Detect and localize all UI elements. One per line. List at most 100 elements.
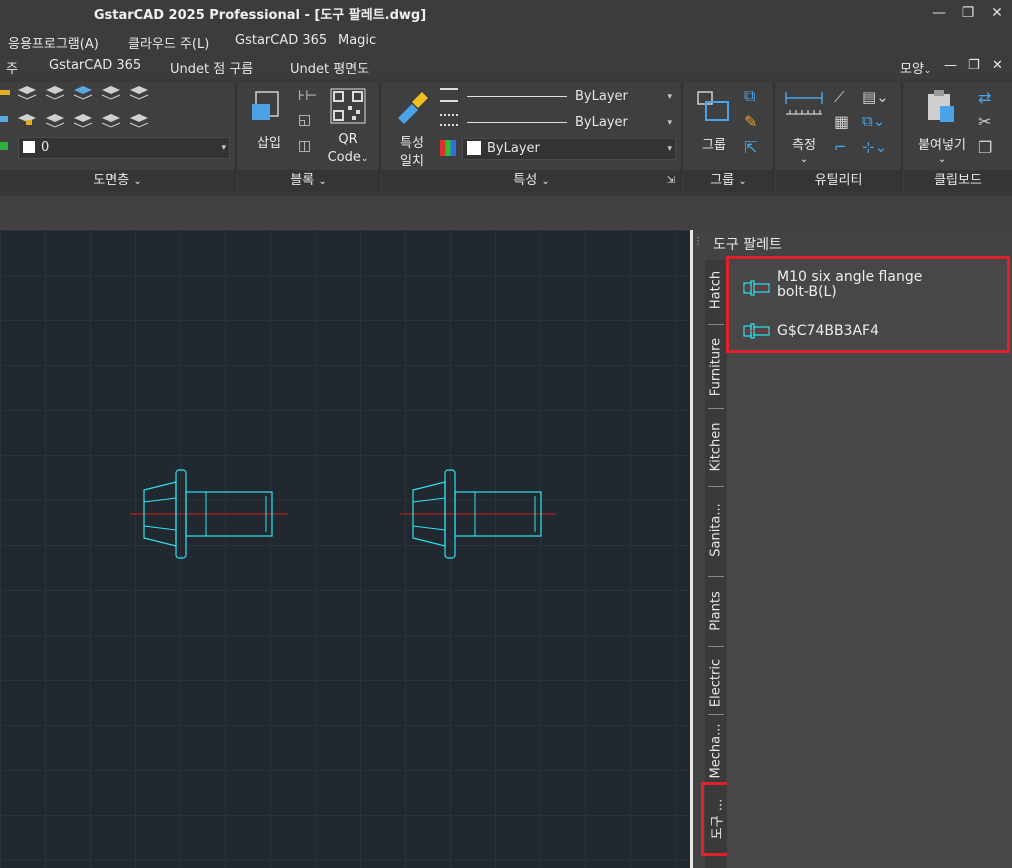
tab-undet-point-cloud[interactable]: Undet 점 구름: [170, 58, 253, 77]
paste-icon[interactable]: [924, 88, 958, 124]
menu-gstarcad365[interactable]: GstarCAD 365: [235, 33, 327, 48]
palette-tab-kitchen-label: Kitchen: [708, 422, 724, 472]
layer-panel-label[interactable]: 도면층 ⌄: [0, 170, 235, 192]
tab-home[interactable]: 주: [6, 58, 18, 77]
tab-separator: [708, 408, 724, 409]
copy-icon[interactable]: ❐: [978, 138, 992, 157]
select-similar-icon[interactable]: ⧉⌄: [862, 112, 885, 130]
insert-label[interactable]: 삽입: [248, 132, 290, 151]
measure-label[interactable]: 측정: [784, 134, 824, 153]
quick-select-icon[interactable]: ⊹⌄: [862, 138, 887, 156]
qr-code-button[interactable]: Code⌄: [322, 150, 374, 165]
palette-items-highlight: M10 six angle flange bolt-B(L) G$C74BB3A…: [726, 256, 1010, 353]
palette-tab-hatch[interactable]: Hatch: [705, 260, 727, 320]
drawing-canvas[interactable]: [0, 230, 690, 868]
tab-separator: [708, 576, 724, 577]
lineweight-combo-value: ByLayer: [575, 89, 628, 104]
title-bar: GstarCAD 2025 Professional - [도구 팔레트.dwg…: [0, 0, 1012, 27]
block-panel-label[interactable]: 블록 ⌄: [238, 170, 379, 192]
color-swatch: [467, 141, 481, 155]
ribbon: 0 ▾ 도면층 ⌄ 삽입 ⊦⊢ ◱ ◫ QR Code⌄ 블록 ⌄ 특성 일치 …: [0, 78, 1012, 196]
tab-gstarcad365[interactable]: GstarCAD 365: [49, 58, 141, 73]
measure-dropdown-icon[interactable]: ⌄: [784, 154, 824, 165]
tab-separator: [708, 486, 724, 487]
palette-tab-tool-label: 도구 ...: [710, 798, 726, 840]
ungroup-icon[interactable]: ⧉: [744, 86, 755, 106]
measure-icon[interactable]: [784, 90, 824, 120]
clipboard-panel-label[interactable]: 클립보드: [904, 170, 1012, 192]
id-point-icon[interactable]: ⟋: [834, 88, 845, 106]
palette-grip-icon[interactable]: ⋮: [693, 236, 713, 252]
ribbon-close-button[interactable]: ✕: [992, 58, 1003, 73]
qr-label-2: Code: [327, 150, 361, 165]
properties-panel: 특성 일치 ByLayer ▾ ByLayer ▾ ByLayer ▾ 특성 ⌄ ⇲: [382, 82, 682, 192]
properties-panel-title: 특성: [513, 173, 538, 188]
ribbon-minimize-button[interactable]: —: [944, 58, 957, 73]
restore-button[interactable]: ❐: [957, 3, 979, 23]
insert-block-icon[interactable]: [250, 88, 288, 124]
color-combo[interactable]: ByLayer ▾: [462, 138, 676, 160]
match-properties-icon[interactable]: [392, 88, 432, 128]
bolt-block-icon: [743, 323, 770, 339]
utility-panel-label[interactable]: 유틸리티: [776, 170, 901, 192]
group-panel-title: 그룹: [710, 173, 735, 188]
paste-label[interactable]: 붙여넣기: [908, 134, 976, 153]
palette-item-1-label-1: M10 six angle flange: [777, 269, 923, 285]
minimize-button[interactable]: —: [928, 3, 950, 23]
match-label-1[interactable]: 특성: [392, 132, 432, 151]
group-label[interactable]: 그룹: [694, 134, 734, 153]
tab-undet-floorplan[interactable]: Undet 평면도: [290, 58, 369, 77]
copy-clip-icon[interactable]: ⇄: [978, 88, 991, 107]
flange-bolt-drawing-1: [130, 469, 288, 559]
menu-cloud[interactable]: 클라우드 주(L): [128, 33, 209, 52]
group-panel-label[interactable]: 그룹 ⌄: [684, 170, 773, 192]
tab-separator: [708, 714, 724, 715]
create-block-icon[interactable]: ◱: [298, 112, 311, 128]
palette-tab-sanitary[interactable]: Sanita...: [705, 490, 727, 570]
menu-application[interactable]: 응용프로그램(A): [8, 33, 99, 52]
menu-magic[interactable]: Magic: [338, 33, 376, 48]
layer-on-icon: [0, 142, 8, 150]
attribute-icon[interactable]: ◫: [298, 138, 311, 154]
layer-panel: 0 ▾ 도면층 ⌄: [0, 82, 236, 192]
palette-tab-furniture[interactable]: Furniture: [705, 330, 727, 404]
group-select-icon[interactable]: ⇱: [744, 138, 757, 157]
palette-tab-plants[interactable]: Plants: [705, 580, 727, 642]
layer-combo[interactable]: 0 ▾: [18, 137, 230, 159]
lineweight-combo[interactable]: ByLayer ▾: [462, 86, 676, 108]
utility-panel: 측정 ⌄ ⟋ ▦ ⌐ ▤⌄ ⧉⌄ ⊹⌄ 유틸리티: [776, 82, 902, 192]
close-button[interactable]: ✕: [986, 3, 1008, 23]
group-edit-icon[interactable]: ✎: [744, 112, 757, 131]
linetype-combo[interactable]: ByLayer ▾: [462, 112, 676, 134]
menu-bar: 응용프로그램(A) 클라우드 주(L) GstarCAD 365 Magic: [0, 27, 1012, 54]
properties-panel-label[interactable]: 특성 ⌄ ⇲: [382, 170, 681, 192]
tab-separator: [708, 646, 724, 647]
list-icon[interactable]: ▤⌄: [862, 88, 889, 106]
qr-code-icon[interactable]: [330, 88, 366, 124]
block-editor-icon[interactable]: ⊦⊢: [298, 88, 317, 104]
palette-tab-mechanical[interactable]: Mecha...: [705, 716, 727, 786]
palette-tab-kitchen[interactable]: Kitchen: [705, 412, 727, 482]
palette-tab-electric[interactable]: Electric: [705, 650, 727, 716]
layer-tools-icon[interactable]: [0, 84, 150, 134]
qr-label-1[interactable]: QR: [322, 132, 374, 147]
group-icon[interactable]: [696, 88, 732, 124]
calculator-icon[interactable]: ▦: [834, 112, 849, 131]
palette-title: 도구 팔레트: [713, 237, 782, 253]
workspace-dropdown[interactable]: 모양⌄: [900, 58, 931, 77]
linetype-icon: [440, 114, 458, 126]
ribbon-restore-button[interactable]: ❐: [968, 58, 980, 73]
layer-color-swatch: [23, 141, 35, 153]
tab-separator: [708, 324, 724, 325]
linetype-combo-value: ByLayer: [575, 115, 628, 130]
color-combo-value: ByLayer: [487, 141, 540, 156]
lineweight-icon: [440, 88, 458, 102]
ribbon-tab-bar: 주 GstarCAD 365 Undet 점 구름 Undet 평면도 모양⌄ …: [0, 54, 1012, 78]
cut-icon[interactable]: ✂: [978, 112, 991, 131]
ucs-icon[interactable]: ⌐: [834, 138, 847, 156]
palette-tab-hatch-label: Hatch: [708, 270, 724, 310]
paste-dropdown-icon[interactable]: ⌄: [908, 154, 976, 165]
match-label-2[interactable]: 일치: [392, 150, 432, 169]
bolt-block-icon: [743, 280, 770, 296]
clipboard-panel: 붙여넣기 ⌄ ⇄ ✂ ❐ 클립보드: [904, 82, 1012, 192]
